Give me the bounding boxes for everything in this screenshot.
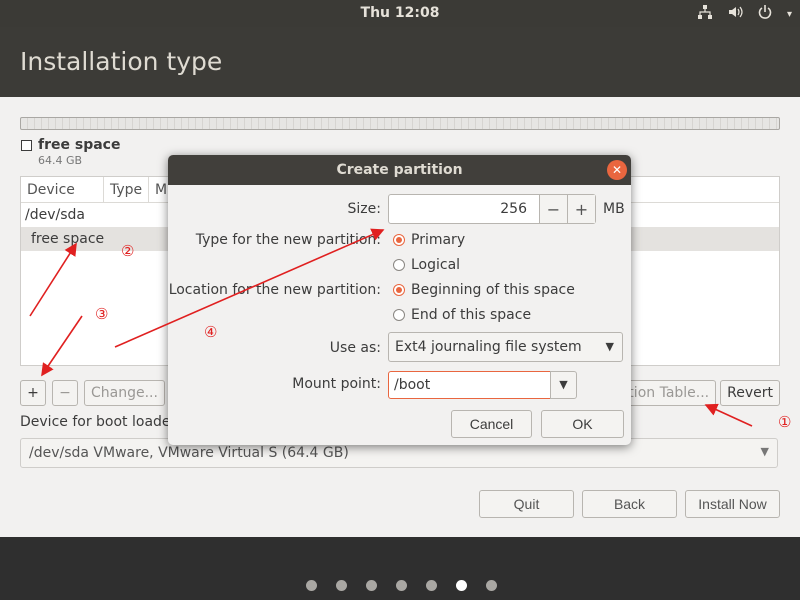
radio-primary[interactable]: Primary [393,232,465,248]
radio-label: Beginning of this space [411,282,575,298]
network-icon[interactable] [697,4,713,25]
chevron-down-icon: ▼ [760,445,769,458]
install-now-button[interactable]: Install Now [685,490,780,518]
dialog-title: Create partition [336,162,463,178]
progress-dot [336,580,347,591]
progress-dot [366,580,377,591]
radio-end[interactable]: End of this space [393,307,531,323]
power-icon[interactable] [757,4,773,25]
remove-partition-button[interactable]: − [52,380,78,406]
location-label: Location for the new partition: [168,282,381,298]
radio-logical[interactable]: Logical [393,257,460,273]
partition-bar [20,117,780,130]
close-icon[interactable]: ✕ [607,160,627,180]
dialog-titlebar: Create partition ✕ [168,155,631,185]
use-as-label: Use as: [329,340,381,356]
size-increment-button[interactable]: + [567,195,595,223]
progress-dots [306,580,497,591]
partition-size: 64.4 GB [38,154,83,167]
radio-label: Logical [411,257,461,273]
partition-name: free space [38,137,121,153]
clock[interactable]: Thu 12:08 [0,5,800,21]
column-device[interactable]: Device [21,177,104,202]
add-partition-button[interactable]: + [20,380,46,406]
annotation-4: ④ [204,323,218,341]
cancel-button[interactable]: Cancel [451,410,532,438]
footer [0,537,800,600]
quit-button[interactable]: Quit [479,490,574,518]
size-label: Size: [347,201,381,217]
page-title: Installation type [20,47,223,76]
radio-unselected-icon [393,309,405,321]
size-spinbox[interactable]: 256 − + [388,194,596,224]
ok-button[interactable]: OK [541,410,624,438]
top-panel: Thu 12:08 ▾ [0,0,800,27]
annotation-3: ③ [95,305,109,323]
radio-selected-icon [393,234,405,246]
mount-point-label: Mount point: [292,376,381,392]
size-decrement-button[interactable]: − [539,195,567,223]
table-controls: ition Table... Revert [618,380,780,406]
type-label: Type for the new partition: [195,232,381,248]
radio-beginning[interactable]: Beginning of this space [393,282,575,298]
radio-label: End of this space [411,307,532,323]
radio-label: Primary [411,232,466,248]
system-tray: ▾ [697,4,792,25]
size-unit: MB [603,201,625,217]
progress-dot-current [456,580,467,591]
navigation-buttons: Quit Back Install Now [479,490,780,518]
annotation-2: ② [121,242,135,260]
volume-icon[interactable] [727,4,743,25]
change-partition-button[interactable]: Change... [84,380,165,406]
column-type[interactable]: Type [104,177,149,202]
boot-loader-label: Device for boot loader [20,414,177,430]
progress-dot [486,580,497,591]
mount-point-input[interactable]: /boot [388,371,551,399]
window-header: Installation type [0,27,800,97]
radio-unselected-icon [393,259,405,271]
progress-dot [396,580,407,591]
create-partition-dialog: Create partition ✕ Size: 256 − + MB Type… [168,155,631,445]
boot-loader-value: /dev/sda VMware, VMware Virtual S (64.4 … [29,445,349,461]
progress-dot [306,580,317,591]
revert-button[interactable]: Revert [720,380,780,406]
use-as-select[interactable]: Ext4 journaling file system ▼ [388,332,623,362]
new-partition-table-button[interactable]: ition Table... [618,380,717,406]
size-input[interactable]: 256 [389,195,539,223]
chevron-down-icon[interactable]: ▾ [787,6,792,24]
annotation-1: ① [778,413,792,431]
radio-selected-icon [393,284,405,296]
mount-point-dropdown[interactable]: ▼ [550,371,577,399]
progress-dot [426,580,437,591]
free-space-swatch [21,140,32,151]
partition-controls: + − Change... [20,380,165,406]
use-as-value: Ext4 journaling file system [395,339,582,355]
chevron-down-icon: ▼ [605,340,614,353]
back-button[interactable]: Back [582,490,677,518]
